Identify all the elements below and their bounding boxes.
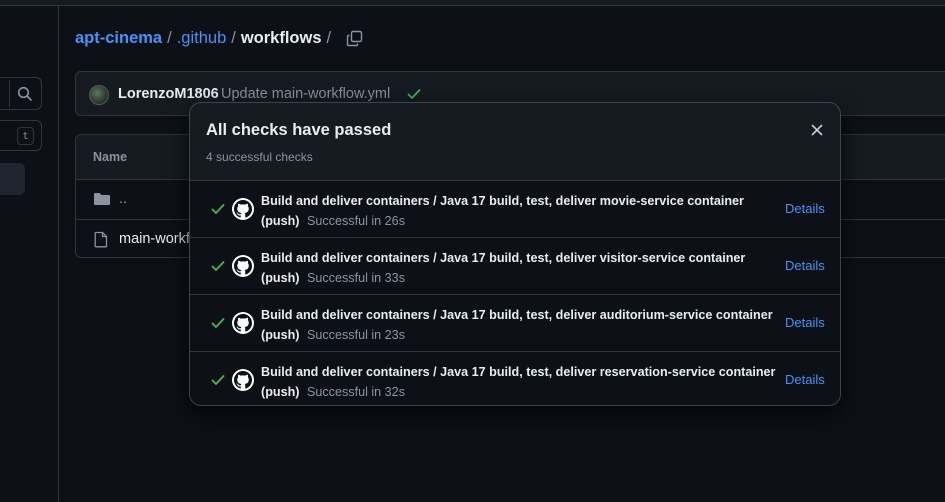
popover-title: All checks have passed: [206, 121, 392, 139]
check-run-title: Build and deliver containers / Java 17 b…: [261, 194, 744, 208]
checks-popover: All checks have passed 4 successful chec…: [189, 102, 841, 406]
keyboard-shortcut-hint: t: [17, 127, 34, 145]
file-search-box[interactable]: [0, 77, 42, 110]
breadcrumb: apt-cinema / .github / workflows /: [75, 29, 363, 48]
close-icon: [811, 124, 823, 136]
breadcrumb-separator: /: [326, 29, 332, 47]
popover-subtitle: 4 successful checks: [206, 150, 313, 164]
github-logo-icon: [232, 312, 254, 334]
check-run-item: Build and deliver containers / Java 17 b…: [190, 181, 840, 238]
folder-icon: [93, 191, 111, 210]
search-button[interactable]: [9, 80, 40, 107]
check-run-meta: (push) Successful in 23s: [261, 325, 405, 345]
commit-author[interactable]: LorenzoM1806: [118, 86, 219, 102]
check-run-status: Successful in 33s: [306, 271, 405, 285]
check-run-meta: (push) Successful in 32s: [261, 382, 405, 402]
details-link[interactable]: Details: [785, 315, 825, 330]
parent-directory-link[interactable]: ..: [119, 191, 127, 207]
check-icon: [210, 258, 226, 277]
check-run-title: Build and deliver containers / Java 17 b…: [261, 365, 776, 379]
breadcrumb-separator: /: [167, 29, 172, 47]
search-icon: [17, 86, 32, 101]
check-run-event: (push): [261, 328, 300, 342]
breadcrumb-current: workflows: [240, 29, 322, 47]
column-header-name: Name: [93, 150, 128, 164]
check-icon: [210, 315, 226, 334]
tree-item-selected[interactable]: [0, 163, 25, 195]
file-icon: [93, 231, 109, 251]
copy-icon: [346, 30, 363, 47]
details-link[interactable]: Details: [785, 201, 825, 216]
file-tree-panel: t: [0, 6, 59, 502]
go-to-file-input[interactable]: t: [0, 120, 42, 151]
copy-path-button[interactable]: [346, 30, 363, 47]
check-run-item: Build and deliver containers / Java 17 b…: [190, 352, 840, 405]
popover-header: All checks have passed 4 successful chec…: [190, 103, 840, 181]
top-header-edge: [0, 0, 945, 6]
check-run-item: Build and deliver containers / Java 17 b…: [190, 295, 840, 352]
breadcrumb-repo-link[interactable]: apt-cinema: [75, 29, 162, 48]
check-run-event: (push): [261, 385, 300, 399]
check-run-event: (push): [261, 271, 300, 285]
check-icon: [407, 89, 421, 99]
check-run-meta: (push) Successful in 33s: [261, 268, 405, 288]
check-run-event: (push): [261, 214, 300, 228]
details-link[interactable]: Details: [785, 372, 825, 387]
check-run-title: Build and deliver containers / Java 17 b…: [261, 251, 746, 265]
check-run-title: Build and deliver containers / Java 17 b…: [261, 308, 773, 322]
check-run-status: Successful in 32s: [306, 385, 405, 399]
breadcrumb-separator: /: [231, 29, 236, 47]
check-run-meta: (push) Successful in 26s: [261, 211, 405, 231]
check-run-item: Build and deliver containers / Java 17 b…: [190, 238, 840, 295]
github-logo-icon: [232, 198, 254, 220]
commit-message[interactable]: Update main-workflow.yml: [221, 86, 390, 102]
github-logo-icon: [232, 369, 254, 391]
file-link[interactable]: main-workfl: [119, 231, 193, 247]
breadcrumb-folder-link[interactable]: .github: [177, 29, 227, 48]
check-run-status: Successful in 26s: [306, 214, 405, 228]
avatar[interactable]: [89, 85, 109, 105]
check-run-status: Successful in 23s: [306, 328, 405, 342]
details-link[interactable]: Details: [785, 258, 825, 273]
check-icon: [210, 201, 226, 220]
check-icon: [210, 372, 226, 391]
close-button[interactable]: [807, 120, 827, 140]
github-logo-icon: [232, 255, 254, 277]
